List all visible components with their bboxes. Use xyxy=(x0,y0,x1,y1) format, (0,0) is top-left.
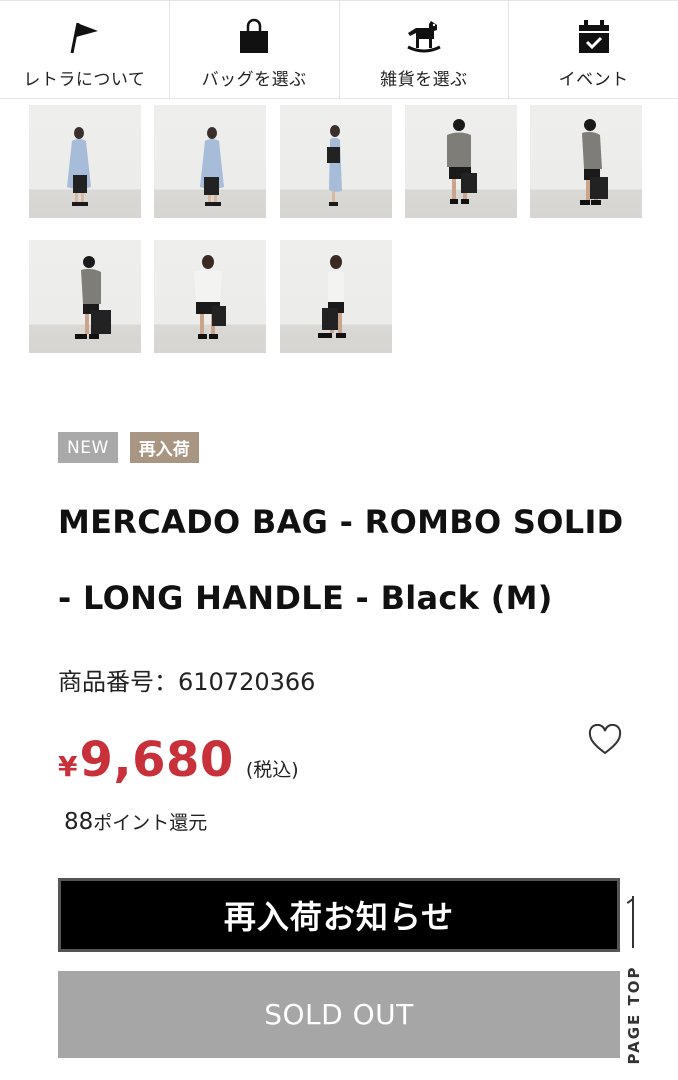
product-code-value: 610720366 xyxy=(178,668,316,696)
restock-notify-button[interactable]: 再入荷お知らせ xyxy=(58,878,620,952)
thumbnail-image[interactable] xyxy=(280,105,392,218)
thumbnail-image[interactable] xyxy=(29,105,141,218)
product-title: MERCADO BAG - ROMBO SOLID - LONG HANDLE … xyxy=(58,503,624,617)
points-info: 88ポイント還元 xyxy=(64,808,207,835)
nav-item-bags[interactable]: バッグを選ぶ xyxy=(170,1,340,98)
price-value: 9,680 xyxy=(79,732,234,788)
bag-icon xyxy=(234,17,274,57)
restock-badge: 再入荷 xyxy=(129,432,199,463)
rocking-horse-icon xyxy=(404,17,444,57)
points-value: 88 xyxy=(64,809,94,835)
arrow-up-icon xyxy=(632,896,634,948)
page-top-button[interactable]: PAGE TOP xyxy=(622,896,646,1068)
product-code-label: 商品番号 xyxy=(58,668,154,696)
heart-outline-icon[interactable] xyxy=(587,723,623,756)
thumbnail-image[interactable] xyxy=(530,105,642,218)
page-top-label: PAGE TOP xyxy=(625,965,643,1065)
thumbnail-image[interactable] xyxy=(405,105,517,218)
nav-item-events[interactable]: イベント xyxy=(509,1,678,98)
thumbnail-image[interactable] xyxy=(29,240,141,353)
product-code-separator: ： xyxy=(154,668,178,696)
nav-label: レトラについて xyxy=(23,70,146,90)
badge-row: NEW 再入荷 xyxy=(58,432,199,463)
new-badge: NEW xyxy=(58,432,118,463)
points-label: ポイント還元 xyxy=(93,812,208,834)
currency-symbol: ¥ xyxy=(58,750,78,783)
price-row: ¥ 9,680 (税込) xyxy=(58,732,299,788)
nav-item-goods[interactable]: 雑貨を選ぶ xyxy=(340,1,510,98)
thumbnail-image[interactable] xyxy=(154,240,266,353)
tax-label: (税込) xyxy=(245,759,299,781)
product-code: 商品番号：610720366 xyxy=(58,662,315,697)
nav-label: バッグを選ぶ xyxy=(201,70,307,90)
nav-label: 雑貨を選ぶ xyxy=(380,70,468,90)
sold-out-button: SOLD OUT xyxy=(58,971,620,1058)
flag-icon xyxy=(64,17,104,57)
top-nav: レトラについて バッグを選ぶ 雑貨を選ぶ イベント xyxy=(0,0,678,99)
thumbnail-image[interactable] xyxy=(154,105,266,218)
calendar-check-icon xyxy=(574,17,614,57)
nav-label: イベント xyxy=(558,70,629,90)
thumbnail-image[interactable] xyxy=(280,240,392,353)
nav-item-about[interactable]: レトラについて xyxy=(0,1,170,98)
